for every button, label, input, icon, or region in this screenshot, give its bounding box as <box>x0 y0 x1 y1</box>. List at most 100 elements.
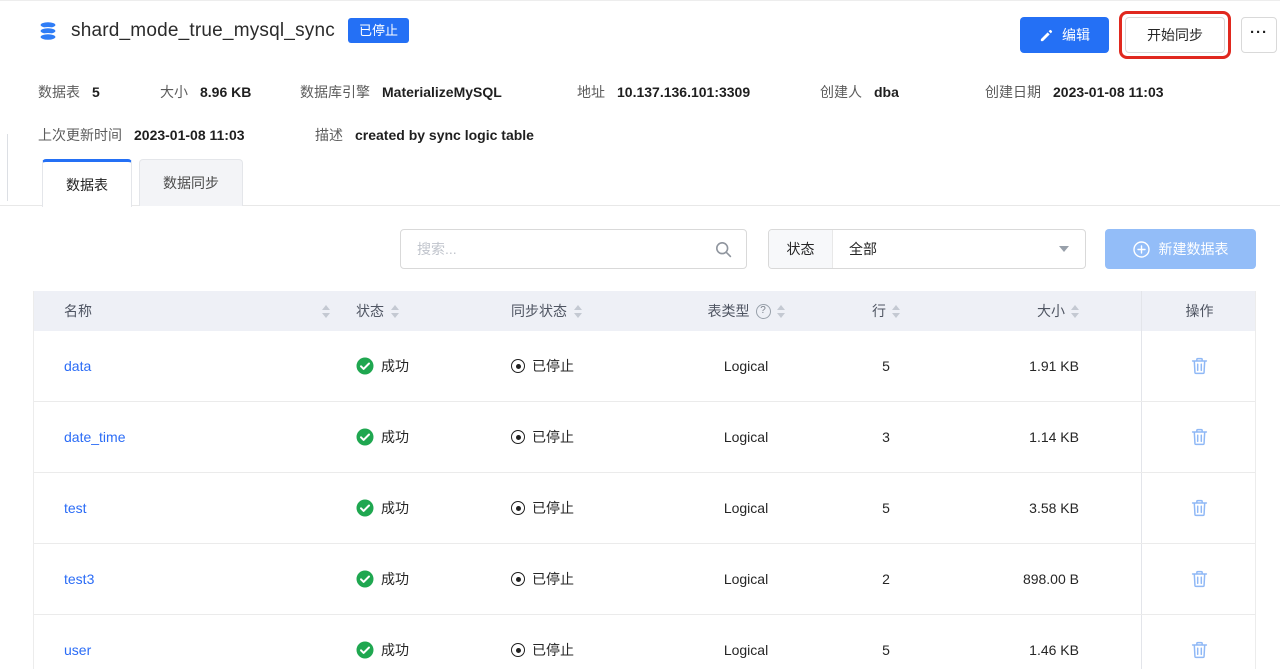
column-header-size[interactable]: 大小 <box>941 291 1141 331</box>
annotation-red-box: 开始同步 <box>1119 11 1231 59</box>
delete-trash-icon[interactable] <box>1186 565 1214 593</box>
success-check-icon <box>356 428 374 446</box>
search-box <box>400 229 747 269</box>
success-check-icon <box>356 499 374 517</box>
status-filter: 状态 全部 <box>768 229 1086 269</box>
status-text: 成功 <box>381 642 409 658</box>
meta-value: 2023-01-08 11:03 <box>1053 84 1164 100</box>
delete-trash-icon[interactable] <box>1186 494 1214 522</box>
meta-label: 地址 <box>577 84 605 100</box>
success-check-icon <box>356 641 374 659</box>
table-row: date_time 成功 已停止 Logical 3 1.14 KB <box>34 402 1255 473</box>
sort-carets-icon[interactable] <box>322 304 330 318</box>
delete-trash-icon[interactable] <box>1186 423 1214 451</box>
meta-creator: 创建人 dba <box>820 82 899 102</box>
column-title: 行 <box>872 303 886 319</box>
plus-circle-icon <box>1132 240 1150 258</box>
table-type-cell: Logical <box>723 500 769 516</box>
sync-status-text: 已停止 <box>532 500 574 516</box>
meta-label: 数据表 <box>38 84 80 100</box>
meta-label: 创建人 <box>820 84 862 100</box>
row-count-cell: 5 <box>882 500 890 516</box>
edit-button-label: 编辑 <box>1062 27 1090 43</box>
meta-label: 描述 <box>315 127 343 143</box>
meta-value: 10.137.136.101:3309 <box>617 84 751 100</box>
table-name-link[interactable]: data <box>64 358 91 374</box>
sort-carets-icon[interactable] <box>574 304 582 318</box>
search-icon[interactable] <box>715 241 732 258</box>
tab-data-sync[interactable]: 数据同步 <box>139 159 243 206</box>
table-row: test3 成功 已停止 Logical 2 898.00 B <box>34 544 1255 615</box>
table-name-link[interactable]: user <box>64 642 91 658</box>
more-actions-button[interactable]: ··· <box>1241 17 1277 53</box>
table-header-row: 名称 状态 同步状态 表类型 ? 行 大小 操作 <box>34 291 1255 331</box>
tab-data-tables[interactable]: 数据表 <box>42 159 132 207</box>
sort-carets-icon[interactable] <box>1071 304 1079 318</box>
meta-value: created by sync logic table <box>355 127 534 143</box>
table-name-link[interactable]: test3 <box>64 571 94 587</box>
help-circle-icon[interactable]: ? <box>755 303 771 319</box>
tab-label: 数据同步 <box>163 175 219 191</box>
sort-carets-icon[interactable] <box>776 304 785 318</box>
edit-button[interactable]: 编辑 <box>1020 17 1109 53</box>
more-ellipsis-icon: ··· <box>1250 23 1268 41</box>
column-title: 名称 <box>64 303 92 319</box>
size-cell: 3.58 KB <box>1029 500 1079 516</box>
meta-size: 大小 8.96 KB <box>160 82 251 102</box>
column-header-table-type[interactable]: 表类型 ? <box>661 291 831 331</box>
meta-create-date: 创建日期 2023-01-08 11:03 <box>985 82 1164 102</box>
meta-label: 创建日期 <box>985 84 1041 100</box>
page-header: shard_mode_true_mysql_sync 已停止 <box>38 18 409 43</box>
status-text: 成功 <box>381 571 409 587</box>
column-title: 操作 <box>1185 303 1214 319</box>
meta-value: 2023-01-08 11:03 <box>134 127 245 143</box>
database-detail-page: shard_mode_true_mysql_sync 已停止 编辑 开始同步 ·… <box>0 0 1280 669</box>
success-check-icon <box>356 357 374 375</box>
meta-value: 5 <box>92 84 100 100</box>
sort-carets-icon[interactable] <box>391 304 399 318</box>
status-filter-select[interactable]: 全部 <box>833 230 1085 268</box>
column-header-name[interactable]: 名称 <box>34 291 344 331</box>
column-header-actions: 操作 <box>1141 291 1257 331</box>
new-table-button[interactable]: 新建数据表 <box>1105 229 1256 269</box>
status-text: 成功 <box>381 358 409 374</box>
table-row: test 成功 已停止 Logical 5 3.58 KB <box>34 473 1255 544</box>
search-input[interactable] <box>401 230 715 268</box>
sort-carets-icon[interactable] <box>892 304 900 318</box>
stopped-record-icon <box>511 430 525 444</box>
delete-trash-icon[interactable] <box>1186 636 1214 664</box>
sync-status-text: 已停止 <box>532 571 574 587</box>
page-title: shard_mode_true_mysql_sync <box>71 19 335 41</box>
status-text: 成功 <box>381 500 409 516</box>
meta-description: 描述 created by sync logic table <box>315 125 534 145</box>
table-row: data 成功 已停止 Logical 5 1.91 KB <box>34 331 1255 402</box>
table-type-cell: Logical <box>723 358 769 374</box>
status-filter-value: 全部 <box>849 241 877 257</box>
meta-value: dba <box>874 84 899 100</box>
column-header-rows[interactable]: 行 <box>831 291 941 331</box>
stopped-record-icon <box>511 643 525 657</box>
column-header-status[interactable]: 状态 <box>344 291 499 331</box>
column-title: 状态 <box>356 303 384 319</box>
meta-value: 8.96 KB <box>200 84 252 100</box>
table-name-link[interactable]: date_time <box>64 429 125 445</box>
meta-engine: 数据库引擎 MaterializeMySQL <box>300 82 502 102</box>
start-sync-label: 开始同步 <box>1147 27 1203 43</box>
size-cell: 1.14 KB <box>1029 429 1079 445</box>
meta-value: MaterializeMySQL <box>382 84 502 100</box>
meta-last-update: 上次更新时间 2023-01-08 11:03 <box>38 125 245 145</box>
sync-status-text: 已停止 <box>532 429 574 445</box>
data-tables-table: 名称 状态 同步状态 表类型 ? 行 大小 操作 data 成功 已停止 Log… <box>33 291 1256 669</box>
row-count-cell: 5 <box>882 358 890 374</box>
column-title: 同步状态 <box>511 303 567 319</box>
tab-label: 数据表 <box>66 176 108 193</box>
stopped-record-icon <box>511 359 525 373</box>
start-sync-button[interactable]: 开始同步 <box>1125 17 1225 53</box>
status-text: 成功 <box>381 429 409 445</box>
table-name-link[interactable]: test <box>64 500 87 516</box>
column-title: 大小 <box>1037 303 1065 319</box>
column-header-sync-status[interactable]: 同步状态 <box>499 291 661 331</box>
row-count-cell: 2 <box>882 571 890 587</box>
delete-trash-icon[interactable] <box>1186 352 1214 380</box>
header-actions: 编辑 开始同步 ··· <box>1020 11 1277 59</box>
